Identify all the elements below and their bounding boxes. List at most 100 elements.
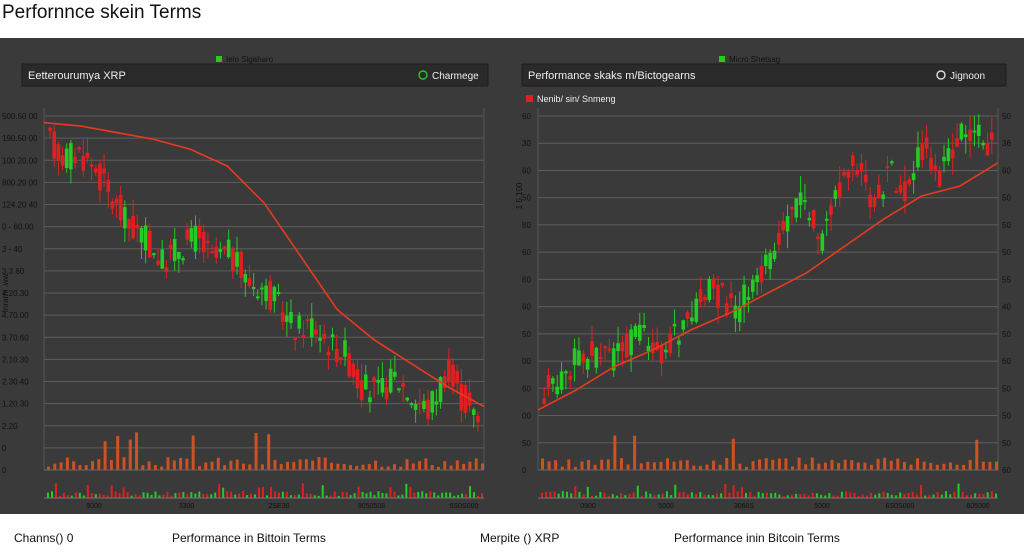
left-chart: Ielo Sigaharo Eetterourumya XRP Charmege 50… <box>1 55 489 510</box>
x-tick-label: 6S0S000 <box>886 503 915 510</box>
volume-bar-lower <box>54 483 57 498</box>
candle-body <box>620 342 625 352</box>
y-tick-label: 0 <box>2 444 7 453</box>
y-tick-label-right: 55 <box>1002 275 1011 284</box>
volume-bar <box>850 460 854 470</box>
volume-bar <box>348 465 352 470</box>
candle-body <box>820 233 825 251</box>
volume-bar-lower <box>409 487 412 498</box>
volume-bar-lower <box>978 493 981 498</box>
volume-bar <box>975 439 979 470</box>
volume-bar <box>160 466 164 470</box>
candle-body <box>755 275 759 283</box>
y-tick-label: 2.20 <box>2 422 18 431</box>
volume-bar-lower <box>715 493 718 498</box>
y-tick-label: 80 <box>522 221 531 230</box>
volume-bar-lower <box>682 491 685 498</box>
volume-bar <box>53 463 57 470</box>
volume-bar-lower <box>238 493 241 498</box>
volume-bar-lower <box>765 492 768 498</box>
y-tick-label: 60 <box>522 112 531 121</box>
volume-bar-lower <box>405 483 408 498</box>
candle-body <box>603 346 607 349</box>
candle-body <box>260 287 264 290</box>
candle-body <box>907 179 912 185</box>
candle-body <box>110 201 115 209</box>
volume-bar <box>468 461 472 470</box>
candle-body <box>955 138 959 147</box>
volume-bar <box>764 458 768 470</box>
sub-legend-swatch <box>526 95 533 102</box>
volume-bar-lower <box>353 493 356 498</box>
x-tick-label: 2SE30 <box>268 503 289 510</box>
y-tick-label-right: 60 <box>1002 166 1011 175</box>
candle-body <box>289 312 293 324</box>
volume-bar <box>633 435 637 470</box>
candle-body <box>963 134 968 138</box>
y-tick-label: 0 <box>522 466 527 475</box>
charts-area: Ielo Sigaharo Eetterourumya XRP Charmege 50… <box>0 38 1024 514</box>
volume-bar-lower <box>632 492 635 498</box>
y-tick-label: 60 <box>522 166 531 175</box>
candle-body <box>933 165 938 171</box>
candle-body <box>276 291 281 294</box>
volume-bar <box>273 459 277 470</box>
candle-body <box>594 347 599 368</box>
chart-header-right-label: Charmege <box>432 71 479 82</box>
candle-body <box>868 194 872 208</box>
volume-bar-lower <box>473 492 476 498</box>
chart-header-right-label: Jignoon <box>950 71 985 82</box>
volume-bar-lower <box>134 494 137 498</box>
candle-body <box>920 144 925 160</box>
volume-bar <box>968 459 972 470</box>
y-tick-label: 2.10.30 <box>2 355 29 364</box>
candle-body <box>555 386 560 395</box>
y-axis-label: Inrarni .ww <box>1 273 10 312</box>
volume-bar-lower <box>778 494 781 498</box>
candle-body <box>98 163 102 191</box>
volume-bar-lower <box>657 494 660 498</box>
y-tick-label-right: 60 <box>1002 466 1011 475</box>
candle-body <box>413 404 418 411</box>
volume-bar-lower <box>915 494 918 498</box>
legend-swatch <box>719 56 725 62</box>
volume-bar-lower <box>553 491 556 498</box>
volume-bar-lower <box>599 491 602 498</box>
trend-line <box>43 121 485 408</box>
volume-bar <box>883 457 887 470</box>
candle-body <box>339 357 343 360</box>
volume-bar-lower <box>98 493 101 498</box>
y-tick-label: 60 <box>522 384 531 393</box>
volume-bar <box>902 461 906 470</box>
y-tick-label-right: 50 <box>1002 439 1011 448</box>
candle-body <box>201 231 206 252</box>
volume-bar <box>254 433 258 470</box>
candle-body <box>334 348 339 363</box>
y-axis-label-mid: 1 5 100 <box>515 182 524 209</box>
volume-bar <box>995 461 998 470</box>
volume-bar <box>392 464 396 470</box>
candle-body <box>981 142 985 146</box>
candle-body <box>451 364 455 387</box>
candle-body <box>707 278 712 301</box>
candle-body <box>106 180 111 192</box>
candle-body <box>214 246 219 258</box>
candle-body <box>842 172 846 176</box>
volume-bar <box>804 464 808 470</box>
volume-bar <box>474 458 478 470</box>
volume-bar <box>823 462 827 470</box>
candle-body <box>210 251 214 254</box>
volume-bar <box>172 460 176 470</box>
volume-bar <box>235 459 239 470</box>
volume-bar-lower <box>945 491 948 498</box>
candle-body <box>577 350 581 366</box>
volume-bar <box>204 462 208 470</box>
volume-bar-lower <box>645 491 648 498</box>
volume-bar-lower <box>949 494 952 498</box>
volume-bar-lower <box>377 491 380 498</box>
volume-bar <box>758 459 762 470</box>
x-tick-label: 5000 <box>814 503 830 510</box>
y-tick-label-right: 50 <box>1002 330 1011 339</box>
volume-bar-lower <box>665 491 668 498</box>
y-tick-label: 50 <box>522 330 531 339</box>
